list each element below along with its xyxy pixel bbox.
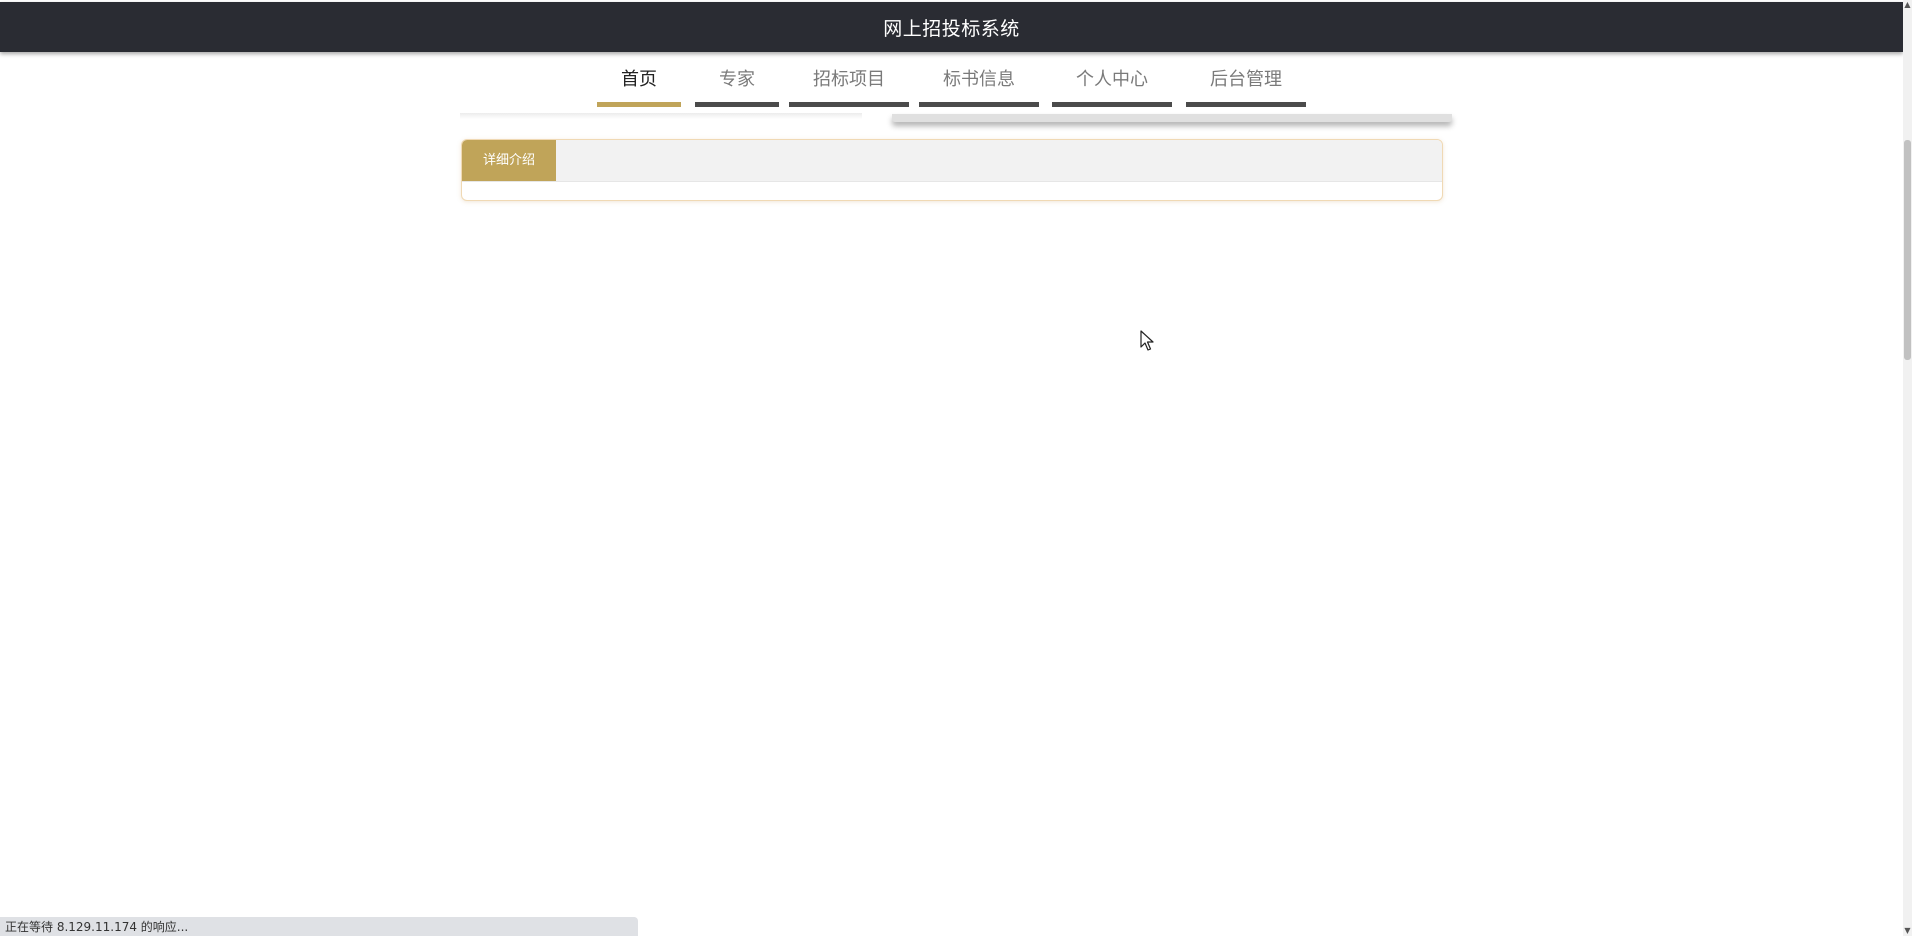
nav-item-tender-info[interactable]: 标书信息 [919,52,1039,108]
page: 网上招投标系统 首页 专家 招标项目 标书信息 个人中心 后台管理 详细介绍 ▲… [0,0,1912,936]
panel-header: 详细介绍 [462,140,1442,182]
content-shadow-strip [892,114,1452,122]
detail-panel: 详细介绍 [461,139,1443,201]
nav-item-label: 后台管理 [1210,69,1282,90]
nav-item-label: 专家 [719,69,755,90]
nav-underline [1186,102,1306,107]
nav-underline [789,102,909,107]
vertical-scrollbar[interactable]: ▲ ▼ [1903,0,1912,936]
nav-item-home[interactable]: 首页 [597,52,681,108]
content-divider [460,113,862,119]
tab-detail-intro[interactable]: 详细介绍 [462,140,556,181]
browser-status-bar: 正在等待 8.129.11.174 的响应... [0,917,638,936]
nav-item-label: 标书信息 [943,69,1015,90]
nav-item-label: 招标项目 [813,69,885,90]
chevron-down-icon[interactable]: ▼ [1903,926,1912,936]
nav-underline [1052,102,1172,107]
nav-underline [919,102,1039,107]
nav-item-personal-center[interactable]: 个人中心 [1052,52,1172,108]
chevron-up-icon[interactable]: ▲ [1903,0,1912,10]
nav-item-bidding-projects[interactable]: 招标项目 [789,52,909,108]
mouse-pointer-icon [1140,330,1154,351]
main-nav: 首页 专家 招标项目 标书信息 个人中心 后台管理 [0,52,1903,108]
nav-item-label: 个人中心 [1076,69,1148,90]
site-title: 网上招投标系统 [883,17,1020,40]
nav-underline-active [597,102,681,107]
scrollbar-thumb[interactable] [1904,140,1911,360]
nav-underline [695,102,779,107]
header-bar: 网上招投标系统 [0,2,1903,52]
nav-item-experts[interactable]: 专家 [695,52,779,108]
nav-item-admin[interactable]: 后台管理 [1186,52,1306,108]
nav-item-label: 首页 [621,69,657,90]
